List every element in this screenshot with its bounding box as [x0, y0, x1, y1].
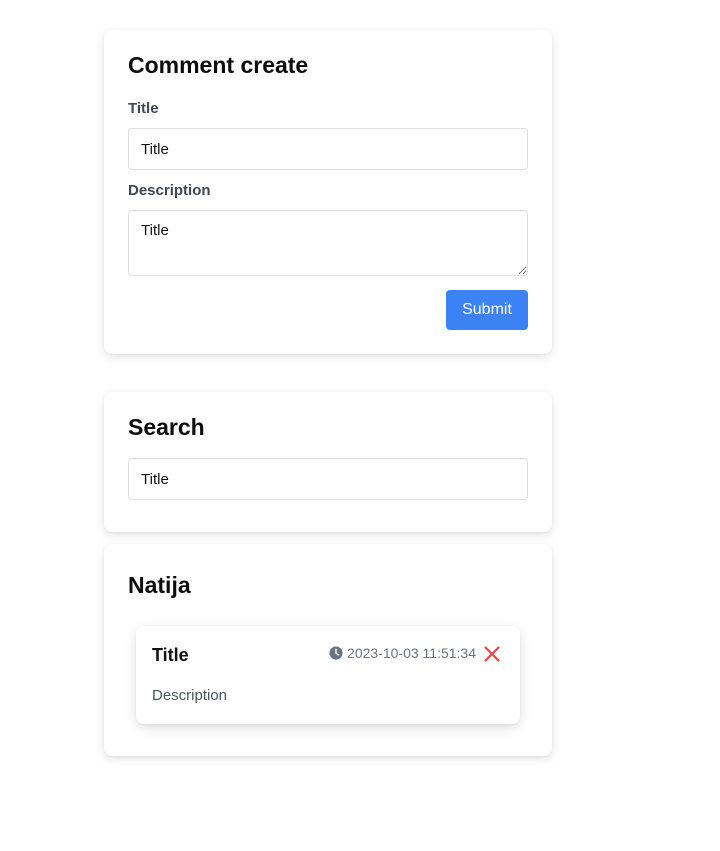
delete-comment-button[interactable] [482, 644, 502, 664]
results-card: Natija Title 2023-10-03 11:51:34 Descrip… [104, 544, 552, 756]
comment-timestamp: 2023-10-03 11:51:34 [347, 645, 476, 661]
search-input[interactable] [128, 458, 528, 500]
comment-meta: 2023-10-03 11:51:34 [329, 646, 476, 660]
clock-icon [329, 646, 343, 660]
search-card: Search [104, 392, 552, 532]
close-icon [484, 646, 500, 662]
comment-item: Title 2023-10-03 11:51:34 Description [136, 626, 520, 724]
results-title: Natija [128, 572, 191, 598]
description-label: Description [128, 182, 211, 199]
comment-description: Description [152, 687, 228, 704]
title-input[interactable] [128, 128, 528, 170]
title-label: Title [128, 100, 159, 117]
comment-create-card: Comment create Title Description Title S… [104, 30, 552, 354]
submit-button[interactable]: Submit [446, 290, 528, 330]
description-textarea[interactable]: Title [128, 210, 528, 276]
search-title: Search [128, 414, 205, 440]
comment-title: Title [152, 645, 189, 665]
comment-create-title: Comment create [128, 52, 309, 78]
